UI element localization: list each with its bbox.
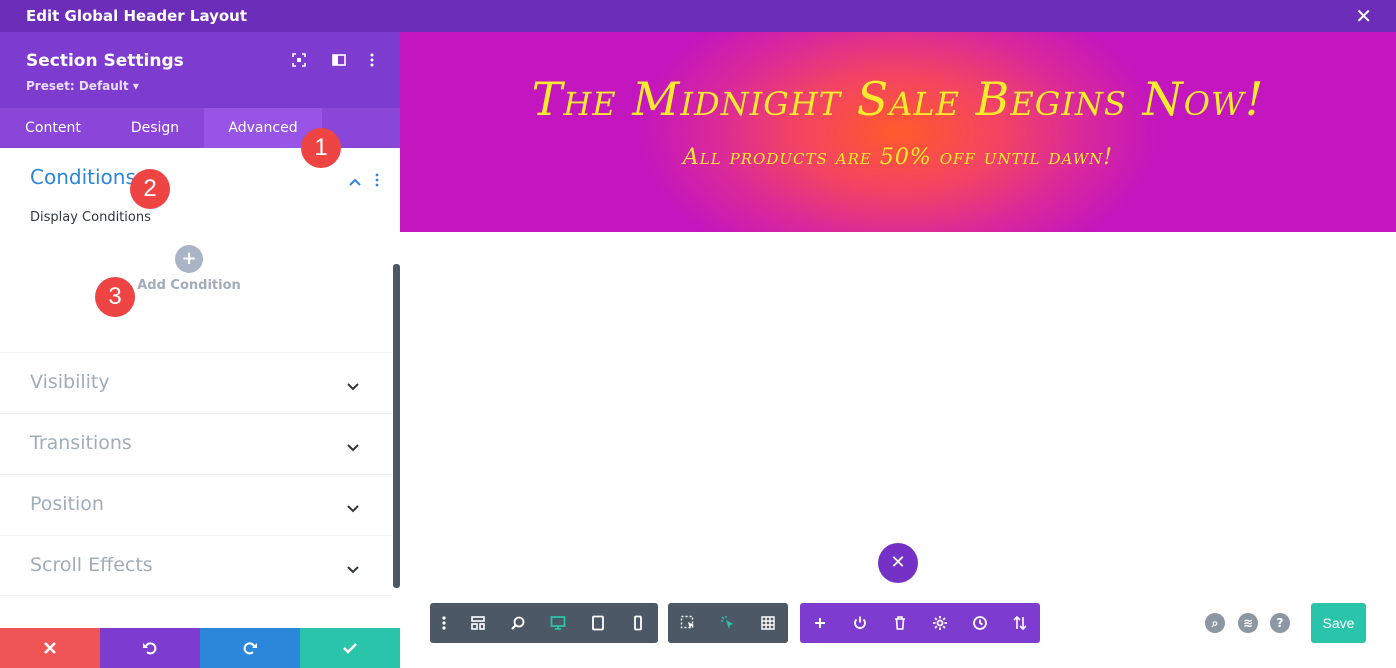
group-transitions[interactable]: Transitions (0, 413, 392, 474)
phone-icon (634, 615, 642, 631)
display-conditions-label: Display Conditions (30, 210, 151, 225)
tab-design[interactable]: Design (106, 108, 204, 148)
gear-icon (933, 616, 947, 630)
trash-icon (895, 616, 905, 630)
split-view-icon[interactable] (331, 52, 347, 68)
more-options-icon (442, 616, 446, 630)
clear-layout-button[interactable] (880, 603, 920, 643)
chevron-down-icon (346, 377, 360, 396)
power-icon (854, 616, 866, 629)
layers-icon[interactable]: ≋ (1238, 613, 1258, 633)
phone-view-button[interactable] (618, 603, 658, 643)
close-icon (44, 642, 56, 654)
group-label: Scroll Effects (30, 554, 153, 576)
zoom-icon (511, 616, 525, 630)
plus-icon (815, 618, 825, 628)
chevron-up-icon[interactable] (348, 172, 362, 191)
group-label: Transitions (30, 432, 132, 454)
section-options-icon[interactable] (372, 172, 382, 191)
confirm-button[interactable] (300, 628, 400, 668)
group-position[interactable]: Position (0, 474, 392, 535)
title-bar: Edit Global Header Layout ✕ (0, 0, 1396, 32)
desktop-view-button[interactable] (538, 603, 578, 643)
help-icon[interactable]: ? (1270, 613, 1290, 633)
tab-content[interactable]: Content (0, 108, 106, 148)
checkmark-icon (343, 643, 357, 654)
panel-scrollbar[interactable] (393, 264, 400, 588)
add-module-button[interactable] (800, 603, 840, 643)
discard-button[interactable] (0, 628, 100, 668)
history-button[interactable] (960, 603, 1000, 643)
select-icon (680, 615, 694, 629)
more-options-icon[interactable] (364, 52, 380, 68)
mode-toolbar (668, 603, 788, 643)
undo-icon (143, 642, 157, 655)
step-badge-3: 3 (95, 277, 135, 317)
panel-title: Section Settings (26, 51, 184, 71)
panel-footer (0, 628, 400, 668)
clock-icon (973, 616, 987, 630)
group-scroll-effects[interactable]: Scroll Effects (0, 535, 392, 596)
window-title: Edit Global Header Layout (26, 7, 248, 25)
grid-icon (761, 616, 775, 630)
settings-panel: Section Settings Preset: Default ▾ Conte… (0, 32, 400, 668)
tablet-icon (592, 615, 604, 631)
redo-button[interactable] (200, 628, 300, 668)
page-settings-button[interactable] (920, 603, 960, 643)
panel-header: Section Settings Preset: Default ▾ (0, 32, 400, 108)
header-banner[interactable]: The Midnight Sale Begins Now! All produc… (400, 32, 1396, 232)
group-label: Position (30, 493, 104, 515)
preset-selector[interactable]: Preset: Default ▾ (26, 79, 139, 93)
step-badge-1: 1 (301, 128, 341, 168)
tablet-view-button[interactable] (578, 603, 618, 643)
click-mode-button[interactable] (708, 603, 748, 643)
wireframe-button[interactable] (458, 603, 498, 643)
add-condition-button[interactable]: + (175, 245, 203, 273)
step-badge-2: 2 (130, 169, 170, 209)
search-icon[interactable]: ⌕ (1205, 613, 1225, 633)
desktop-icon (550, 616, 566, 630)
chevron-down-icon (346, 499, 360, 518)
redo-icon (243, 642, 257, 655)
pointer-icon (721, 616, 733, 629)
close-icon[interactable]: ✕ (1355, 4, 1372, 28)
menu-dots-button[interactable] (430, 603, 458, 643)
portability-button[interactable] (840, 603, 880, 643)
undo-button[interactable] (100, 628, 200, 668)
conditions-section-title[interactable]: Conditions (30, 165, 136, 189)
group-label: Visibility (30, 371, 110, 393)
grid-mode-button[interactable] (748, 603, 788, 643)
fullscreen-icon[interactable] (291, 52, 307, 68)
chevron-down-icon (346, 438, 360, 457)
zoom-button[interactable] (498, 603, 538, 643)
sort-icon (1013, 615, 1027, 631)
save-button[interactable]: Save (1311, 603, 1366, 643)
select-mode-button[interactable] (668, 603, 708, 643)
view-toolbar (430, 603, 658, 643)
close-builder-button[interactable]: ✕ (878, 543, 918, 583)
banner-subline: All products are 50% off until dawn! (682, 145, 1114, 170)
sort-button[interactable] (1000, 603, 1040, 643)
group-visibility[interactable]: Visibility (0, 352, 392, 413)
chevron-down-icon (346, 560, 360, 579)
add-condition-label[interactable]: Add Condition (0, 278, 378, 293)
banner-headline: The Midnight Sale Begins Now! (531, 72, 1265, 126)
action-toolbar (800, 603, 1040, 643)
layout-icon (471, 616, 485, 630)
